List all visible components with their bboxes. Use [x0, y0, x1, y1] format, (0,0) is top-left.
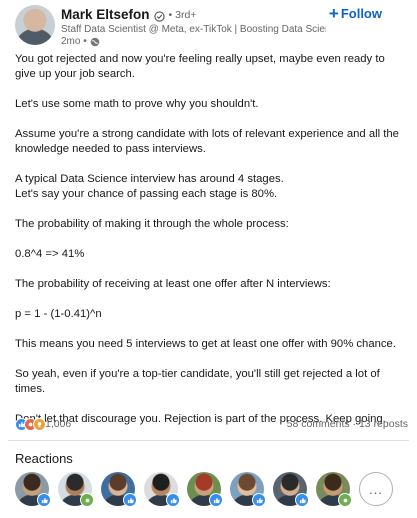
body-line: Let's say your chance of passing each st… [15, 188, 278, 200]
linkedin-post: Mark Eltsefon • 3rd+ Staff Data Scientis… [0, 0, 417, 518]
body-line [15, 352, 407, 367]
body-line: You got rejected and now you're feeling … [15, 53, 385, 80]
body-line [15, 292, 407, 307]
like-badge-icon [252, 493, 266, 507]
body-line: 0.8^4 => 41% [15, 248, 85, 260]
divider [8, 440, 409, 441]
body-line: A typical Data Science interview has aro… [15, 173, 284, 185]
reactor-avatar[interactable] [316, 472, 352, 507]
like-badge-icon [123, 493, 137, 507]
reaction-icons[interactable] [15, 418, 46, 431]
reactor-avatar[interactable] [230, 472, 266, 507]
more-reactions-button[interactable]: ... [359, 472, 393, 506]
follow-button[interactable]: + Follow [328, 4, 382, 23]
body-line [15, 82, 407, 97]
author-headline: Staff Data Scientist @ Meta, ex-TikTok |… [61, 24, 326, 35]
follow-label: Follow [340, 6, 382, 21]
body-line: Assume you're a strong candidate with lo… [15, 128, 399, 155]
body-line [15, 112, 407, 127]
like-badge-icon [37, 493, 51, 507]
author-avatar[interactable] [15, 5, 55, 45]
reactor-avatar[interactable] [15, 472, 51, 507]
body-line [15, 262, 407, 277]
body-line: This means you need 5 interviews to get … [15, 338, 396, 350]
post-body: You got rejected and now you're feeling … [15, 52, 407, 427]
body-line: The probability of making it through the… [15, 218, 289, 230]
timestamp-line: 2mo • [61, 36, 100, 47]
comments-reposts-count[interactable]: 58 comments · 13 reposts [287, 418, 408, 430]
post-timestamp: 2mo • [61, 36, 87, 47]
body-line [15, 322, 407, 337]
like-badge-icon [166, 493, 180, 507]
plus-icon: + [328, 4, 339, 23]
author-name[interactable]: Mark Eltsefon [61, 7, 150, 22]
body-line [15, 397, 407, 412]
connection-degree: • 3rd+ [168, 8, 197, 21]
body-line [15, 202, 407, 217]
reactor-avatar[interactable] [273, 472, 309, 507]
celebrate-badge-icon [338, 493, 352, 507]
author-line: Mark Eltsefon • 3rd+ [61, 7, 196, 22]
body-line: Let's use some math to prove why you sho… [15, 98, 259, 110]
post-header: Mark Eltsefon • 3rd+ Staff Data Scientis… [15, 5, 409, 47]
reactor-avatar[interactable] [144, 472, 180, 507]
body-line: p = 1 - (1-0.41)^n [15, 308, 102, 320]
celebrate-badge-icon [80, 493, 94, 507]
body-line: The probability of receiving at least on… [15, 278, 331, 290]
body-line [15, 157, 407, 172]
like-badge-icon [209, 493, 223, 507]
verified-icon [153, 9, 165, 22]
body-line: So yeah, even if you're a top-tier candi… [15, 368, 380, 395]
globe-icon [90, 37, 100, 47]
reactor-avatar[interactable] [58, 472, 94, 507]
reaction-count[interactable]: 1,006 [45, 418, 71, 430]
reactor-avatar[interactable] [101, 472, 137, 507]
body-line [15, 232, 407, 247]
reactions-heading: Reactions [15, 451, 73, 466]
reactor-avatar[interactable] [187, 472, 223, 507]
like-badge-icon [295, 493, 309, 507]
social-counts: 1,006 58 comments · 13 reposts [15, 417, 408, 433]
